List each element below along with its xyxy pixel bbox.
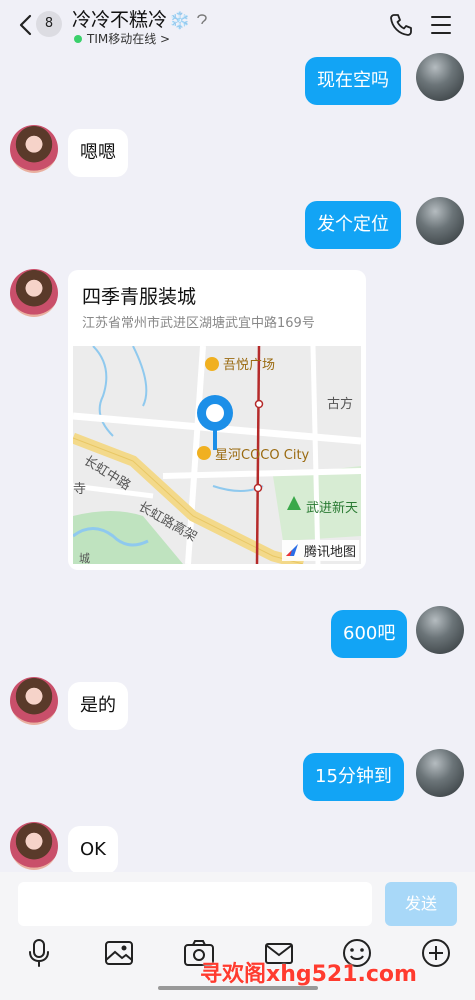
contact-name: 冷冷不糕冷	[72, 9, 168, 31]
map-label-poi: 吾悦广场	[223, 358, 276, 373]
online-dot	[74, 35, 82, 43]
watermark-text: 寻欢阁xhg521.com	[200, 962, 417, 987]
map-label-poi: 城	[79, 552, 90, 564]
contact-avatar[interactable]	[10, 269, 58, 317]
map-label-poi: 古方	[327, 397, 354, 412]
map-label-poi: 星河COCO City	[215, 448, 310, 463]
my-avatar[interactable]	[416, 197, 464, 245]
online-status[interactable]: TIM移动在线 >	[74, 30, 170, 47]
phone-icon[interactable]	[388, 12, 414, 38]
message-bubble[interactable]: 发个定位	[305, 201, 401, 249]
map-brand-label: 腾讯地图	[303, 545, 356, 560]
message-bubble[interactable]: 嗯嗯	[68, 129, 128, 177]
message-input[interactable]	[18, 882, 372, 926]
message-bubble[interactable]: 600吧	[331, 610, 408, 658]
my-avatar[interactable]	[416, 53, 464, 101]
map-label-poi: 寺	[73, 482, 87, 497]
snowflake-icon: ❄️	[169, 11, 191, 31]
map-brand: 腾讯地图	[281, 540, 359, 561]
map-label-poi: 武进新天	[306, 501, 359, 516]
menu-icon[interactable]	[430, 14, 452, 36]
tencent-map-icon	[285, 544, 298, 556]
home-indicator[interactable]	[158, 986, 318, 990]
message-bubble[interactable]: 15分钟到	[303, 753, 404, 801]
my-avatar[interactable]	[416, 606, 464, 654]
plus-icon[interactable]	[419, 936, 453, 970]
location-card[interactable]: 四季青服装城 江苏省常州市武进区湖塘武宜中路169号 吾悦广场 星河COCO C…	[68, 270, 366, 570]
image-icon[interactable]	[102, 936, 136, 970]
contact-avatar[interactable]	[10, 822, 58, 870]
my-avatar[interactable]	[416, 749, 464, 797]
message-bubble[interactable]: 是的	[68, 682, 128, 730]
status-text: TIM移动在线 >	[87, 32, 171, 46]
ear-icon	[196, 12, 208, 30]
mic-icon[interactable]	[22, 936, 56, 970]
location-map: 吾悦广场 星河COCO City 古方 武进新天 长虹中路 长虹路高架 寺 城 …	[73, 346, 361, 564]
message-bubble[interactable]: OK	[68, 826, 118, 874]
chat-header: 8 冷冷不糕冷 ❄️ TIM移动在线 >	[0, 0, 475, 52]
location-address: 江苏省常州市武进区湖塘武宜中路169号	[82, 316, 315, 331]
contact-avatar[interactable]	[10, 125, 58, 173]
contact-avatar[interactable]	[10, 677, 58, 725]
input-bar: 发送 寻欢阁xhg521.com	[0, 872, 475, 1000]
unread-badge[interactable]: 8	[36, 11, 62, 37]
send-button[interactable]: 发送	[385, 882, 457, 926]
message-bubble[interactable]: 现在空吗	[305, 57, 401, 105]
location-name: 四季青服装城	[82, 286, 197, 308]
chat-title[interactable]: 冷冷不糕冷 ❄️	[72, 5, 208, 32]
